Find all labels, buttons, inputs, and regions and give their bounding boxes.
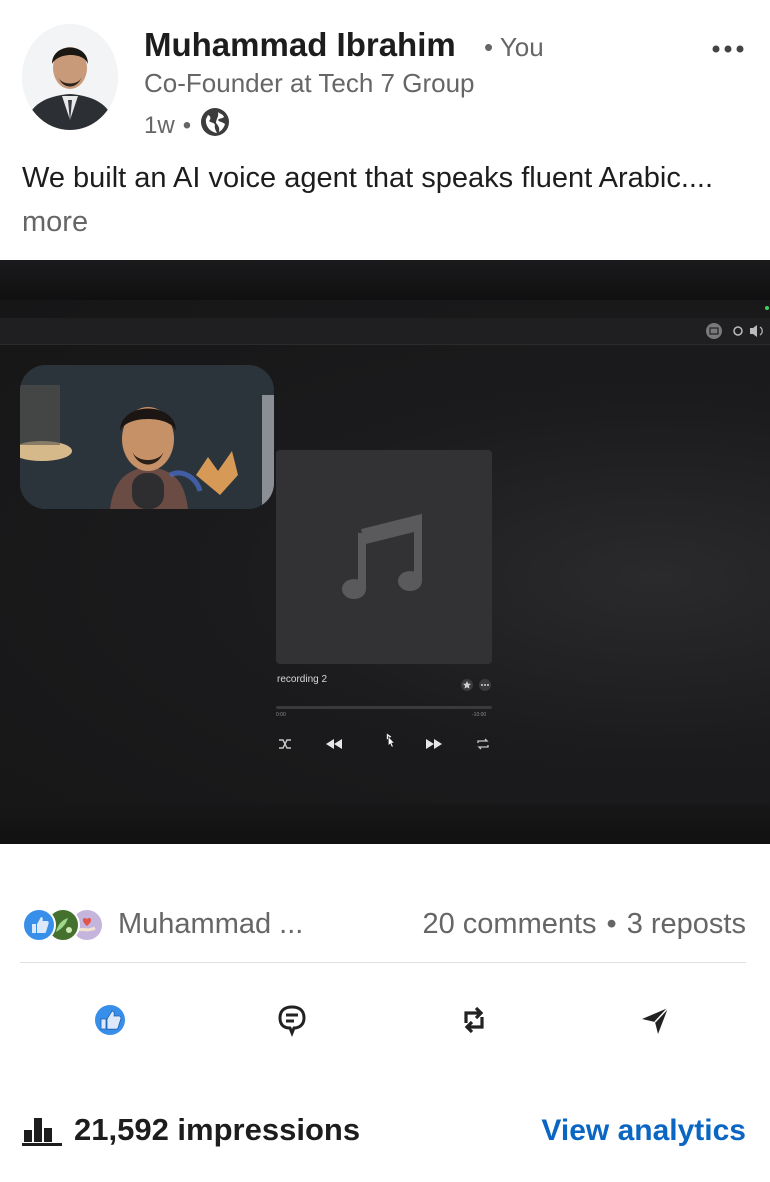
globe-icon bbox=[199, 106, 231, 145]
progress-scrubber[interactable] bbox=[276, 706, 492, 709]
post-time: 1w bbox=[144, 111, 175, 139]
like-button[interactable] bbox=[86, 998, 134, 1042]
webcam-overlay bbox=[20, 365, 274, 509]
send-button[interactable] bbox=[630, 998, 678, 1042]
album-art bbox=[276, 450, 492, 664]
view-analytics-link[interactable]: View analytics bbox=[541, 1114, 746, 1148]
comment-button[interactable] bbox=[268, 998, 316, 1042]
repost-button[interactable] bbox=[450, 998, 498, 1042]
post-meta: 1w • bbox=[144, 106, 231, 145]
comment-icon bbox=[278, 1005, 306, 1038]
toolbar-icons bbox=[706, 323, 763, 339]
reaction-icons[interactable] bbox=[22, 908, 112, 942]
fast-forward-icon[interactable] bbox=[424, 736, 444, 752]
author-headline: Co-Founder at Tech 7 Group bbox=[144, 68, 475, 98]
reposts-count[interactable]: 3 reposts bbox=[627, 908, 746, 941]
track-options-icons[interactable] bbox=[460, 678, 494, 692]
impressions-count: 21,592 impressions bbox=[74, 1112, 361, 1147]
like-icon bbox=[95, 1005, 125, 1035]
comments-count[interactable]: 20 comments bbox=[422, 908, 596, 941]
author-avatar[interactable] bbox=[22, 24, 118, 130]
reactor-name[interactable]: Muhammad ... bbox=[118, 908, 303, 941]
shuffle-icon[interactable] bbox=[278, 736, 292, 752]
counts-separator: • bbox=[606, 908, 617, 940]
author-name[interactable]: Muhammad Ibrahim bbox=[144, 26, 456, 64]
screen-recording: recording 2 0:00 -10:00 bbox=[0, 300, 770, 804]
engagement-counts: 20 comments • 3 reposts bbox=[422, 908, 746, 941]
impressions-row: 21,592 impressions bbox=[22, 1112, 360, 1148]
post-video[interactable]: recording 2 0:00 -10:00 bbox=[0, 260, 770, 844]
video-bottom-band bbox=[0, 804, 770, 844]
track-title: recording 2 bbox=[277, 674, 328, 685]
see-more-link[interactable]: more bbox=[22, 206, 88, 238]
actions-divider bbox=[20, 962, 746, 963]
post-text: We built an AI voice agent that speaks f… bbox=[22, 156, 742, 244]
recording-indicator bbox=[765, 306, 769, 310]
repost-icon bbox=[464, 1006, 484, 1034]
more-options-icon[interactable] bbox=[708, 32, 748, 66]
play-icon[interactable] bbox=[376, 732, 406, 748]
post-body: We built an AI voice agent that speaks f… bbox=[22, 162, 714, 194]
app-toolbar bbox=[0, 306, 770, 345]
rewind-icon[interactable] bbox=[324, 736, 344, 752]
like-reaction-icon bbox=[22, 908, 56, 942]
author-relation: • You bbox=[484, 32, 544, 62]
music-note-icon bbox=[342, 513, 422, 599]
send-icon bbox=[642, 1007, 669, 1034]
time-remaining: -10:00 bbox=[472, 712, 487, 718]
video-top-band bbox=[0, 260, 770, 300]
bar-chart-icon bbox=[22, 1118, 62, 1146]
meta-separator: • bbox=[182, 111, 192, 139]
time-elapsed: 0:00 bbox=[276, 712, 286, 718]
repeat-icon[interactable] bbox=[476, 736, 490, 752]
